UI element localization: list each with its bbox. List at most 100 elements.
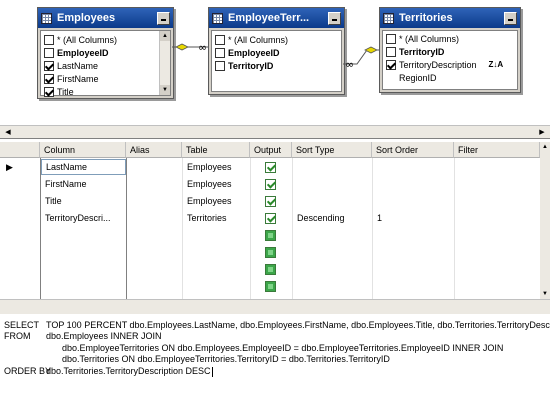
- column-checkbox[interactable]: [386, 33, 396, 44]
- table-row[interactable]: ▶ LastName Employees: [0, 159, 550, 176]
- header-alias[interactable]: Alias: [126, 142, 182, 158]
- table-row[interactable]: Title Employees: [0, 193, 550, 210]
- column-checkbox[interactable]: [44, 34, 54, 45]
- sql-text[interactable]: dbo.Territories ON dbo.EmployeeTerritori…: [62, 354, 390, 366]
- join-connector[interactable]: ∞: [343, 44, 381, 70]
- cell-sort-order[interactable]: [373, 159, 454, 176]
- column-item[interactable]: * (All Columns): [383, 32, 517, 45]
- column-item[interactable]: TerritoryDescription Z↓A: [383, 58, 517, 71]
- table-employees[interactable]: Employees * (All Columns) EmployeeID Las…: [37, 7, 174, 99]
- table-row[interactable]: [0, 244, 550, 261]
- column-item[interactable]: TerritoryID: [383, 45, 517, 58]
- cell-column[interactable]: LastName: [41, 159, 126, 175]
- minimize-icon[interactable]: [504, 11, 517, 25]
- cell-sort-order[interactable]: 1: [373, 210, 454, 227]
- scroll-up-icon[interactable]: ▲: [160, 31, 170, 41]
- cell-sort-order[interactable]: [373, 176, 454, 193]
- table-territories[interactable]: Territories * (All Columns) TerritoryID …: [379, 7, 521, 93]
- criteria-grid-pane[interactable]: Column Alias Table Output Sort Type Sort…: [0, 142, 550, 299]
- column-list[interactable]: * (All Columns) TerritoryID TerritoryDes…: [382, 30, 518, 90]
- minimize-icon[interactable]: [157, 11, 170, 25]
- cell-column[interactable]: Title: [41, 193, 126, 210]
- cell-table[interactable]: Territories: [183, 210, 250, 227]
- cell-column[interactable]: FirstName: [41, 176, 126, 193]
- column-checkbox[interactable]: [44, 60, 54, 71]
- column-checkbox[interactable]: [215, 47, 225, 58]
- column-label: RegionID: [399, 72, 437, 83]
- column-checkbox[interactable]: [44, 73, 54, 84]
- column-item[interactable]: * (All Columns): [41, 33, 170, 46]
- table-employeeterritories[interactable]: EmployeeTerr... * (All Columns) Employee…: [208, 7, 345, 95]
- column-item[interactable]: FirstName: [41, 72, 170, 85]
- output-checkbox[interactable]: [265, 230, 276, 241]
- table-title-bar[interactable]: Territories: [380, 8, 520, 28]
- output-checkbox[interactable]: [265, 162, 276, 173]
- header-sort-order[interactable]: Sort Order: [372, 142, 454, 158]
- scroll-down-icon[interactable]: ▼: [160, 85, 170, 95]
- sql-text[interactable]: dbo.EmployeeTerritories ON dbo.Employees…: [62, 343, 503, 355]
- column-checkbox[interactable]: [386, 46, 396, 57]
- table-title-bar[interactable]: EmployeeTerr...: [209, 8, 344, 28]
- header-filter[interactable]: Filter: [454, 142, 540, 158]
- scroll-down-icon[interactable]: ▼: [540, 289, 550, 299]
- scroll-right-icon[interactable]: ▶: [536, 127, 548, 138]
- cell-sort-order[interactable]: [373, 193, 454, 210]
- column-item[interactable]: RegionID: [383, 71, 517, 84]
- diagram-horizontal-scrollbar[interactable]: ◀ ▶: [0, 125, 550, 139]
- grid-vertical-scrollbar[interactable]: ▲ ▼: [540, 142, 550, 299]
- column-item[interactable]: TerritoryID: [212, 59, 341, 72]
- sql-keyword: SELECT: [4, 320, 40, 330]
- header-output[interactable]: Output: [250, 142, 292, 158]
- table-row[interactable]: [0, 261, 550, 278]
- column-checkbox[interactable]: [386, 59, 396, 70]
- table-title-bar[interactable]: Employees: [38, 8, 173, 28]
- sql-text[interactable]: dbo.Employees INNER JOIN: [46, 331, 162, 343]
- cell-sort-type[interactable]: Descending: [293, 210, 372, 227]
- cell-alias[interactable]: [127, 193, 182, 210]
- diagram-pane[interactable]: Employees * (All Columns) EmployeeID Las…: [0, 0, 550, 125]
- column-list[interactable]: * (All Columns) EmployeeID LastName Firs…: [40, 30, 171, 98]
- output-checkbox[interactable]: [265, 196, 276, 207]
- table-row[interactable]: [0, 227, 550, 244]
- cell-alias[interactable]: [127, 159, 182, 176]
- table-row[interactable]: [0, 278, 550, 295]
- table-row[interactable]: TerritoryDescri... Territories Descendin…: [0, 210, 550, 227]
- cell-alias[interactable]: [127, 210, 182, 227]
- column-checkbox[interactable]: [44, 47, 54, 58]
- grid-horizontal-scrollbar[interactable]: [0, 299, 550, 314]
- header-sort-type[interactable]: Sort Type: [292, 142, 372, 158]
- cell-sort-type[interactable]: [293, 193, 372, 210]
- scroll-left-icon[interactable]: ◀: [2, 127, 14, 138]
- cell-table[interactable]: Employees: [183, 176, 250, 193]
- column-checkbox[interactable]: [215, 60, 225, 71]
- scroll-up-icon[interactable]: ▲: [540, 142, 550, 152]
- cell-sort-type[interactable]: [293, 176, 372, 193]
- cell-table[interactable]: Employees: [183, 193, 250, 210]
- output-checkbox[interactable]: [265, 247, 276, 258]
- header-table[interactable]: Table: [182, 142, 250, 158]
- output-checkbox[interactable]: [265, 213, 276, 224]
- output-checkbox[interactable]: [265, 179, 276, 190]
- column-checkbox[interactable]: [44, 86, 54, 97]
- sql-text[interactable]: dbo.Territories.TerritoryDescription DES…: [46, 366, 213, 378]
- output-checkbox[interactable]: [265, 264, 276, 275]
- output-checkbox[interactable]: [265, 281, 276, 292]
- join-connector[interactable]: ∞: [172, 38, 210, 56]
- table-row[interactable]: FirstName Employees: [0, 176, 550, 193]
- column-item[interactable]: Title: [41, 85, 170, 98]
- column-list[interactable]: * (All Columns) EmployeeID TerritoryID: [211, 30, 342, 92]
- header-column[interactable]: Column: [40, 142, 126, 158]
- sql-pane[interactable]: SELECT TOP 100 PERCENT dbo.Employees.Las…: [0, 316, 550, 400]
- column-item[interactable]: LastName: [41, 59, 170, 72]
- column-item[interactable]: EmployeeID: [212, 46, 341, 59]
- column-item[interactable]: * (All Columns): [212, 33, 341, 46]
- cell-alias[interactable]: [127, 176, 182, 193]
- column-checkbox[interactable]: [215, 34, 225, 45]
- cell-column[interactable]: TerritoryDescri...: [41, 210, 126, 227]
- cell-table[interactable]: Employees: [183, 159, 250, 176]
- sql-text[interactable]: TOP 100 PERCENT dbo.Employees.LastName, …: [46, 320, 550, 332]
- column-item[interactable]: EmployeeID: [41, 46, 170, 59]
- cell-sort-type[interactable]: [293, 159, 372, 176]
- column-list-scrollbar[interactable]: ▲ ▼: [159, 31, 170, 95]
- minimize-icon[interactable]: [328, 11, 341, 25]
